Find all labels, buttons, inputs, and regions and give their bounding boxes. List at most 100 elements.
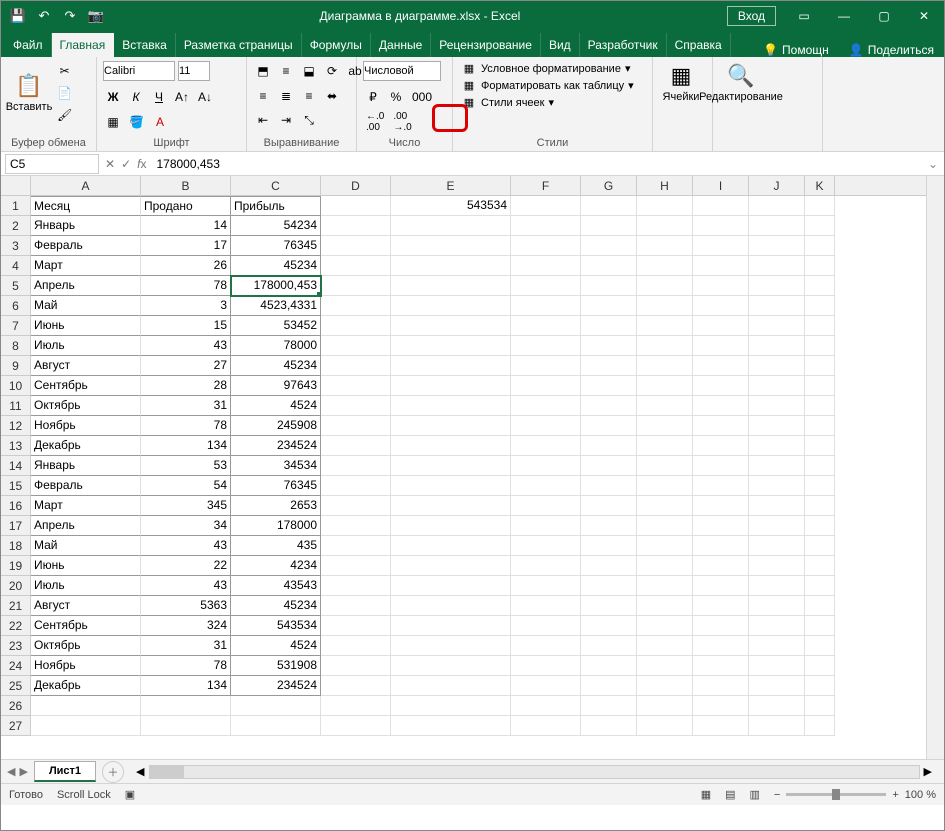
cell-C27[interactable] [231,716,321,736]
cell-D14[interactable] [321,456,391,476]
cell-A24[interactable]: Ноябрь [31,656,141,676]
cell-I11[interactable] [693,396,749,416]
cell-F1[interactable] [511,196,581,216]
cell-C9[interactable]: 45234 [231,356,321,376]
align-right-icon[interactable]: ≡ [299,86,319,106]
cell-F13[interactable] [511,436,581,456]
cell-C8[interactable]: 78000 [231,336,321,356]
align-top-icon[interactable]: ⬒ [253,61,273,81]
cell-K10[interactable] [805,376,835,396]
cell-A12[interactable]: Ноябрь [31,416,141,436]
cell-G6[interactable] [581,296,637,316]
cell-E6[interactable] [391,296,511,316]
fill-color-icon[interactable]: 🪣 [126,112,147,132]
paste-button[interactable]: 📋 Вставить [7,71,51,115]
cell-G25[interactable] [581,676,637,696]
percent-format-icon[interactable]: % [386,87,406,107]
increase-decimal-icon[interactable]: ←.0.00 [363,112,387,132]
font-size-combo[interactable] [178,61,210,81]
cell-K22[interactable] [805,616,835,636]
row-headers[interactable]: 1234567891011121314151617181920212223242… [1,196,31,736]
cell-B7[interactable]: 15 [141,316,231,336]
cell-E12[interactable] [391,416,511,436]
cell-D10[interactable] [321,376,391,396]
cell-E1[interactable]: 543534 [391,196,511,216]
grow-font-icon[interactable]: A↑ [172,87,192,107]
cell-D23[interactable] [321,636,391,656]
row-header-17[interactable]: 17 [1,516,30,536]
cell-K8[interactable] [805,336,835,356]
cell-K25[interactable] [805,676,835,696]
cell-F5[interactable] [511,276,581,296]
cell-H10[interactable] [637,376,693,396]
cell-H27[interactable] [637,716,693,736]
cell-H21[interactable] [637,596,693,616]
cell-G24[interactable] [581,656,637,676]
cell-G16[interactable] [581,496,637,516]
cell-B8[interactable]: 43 [141,336,231,356]
cell-F19[interactable] [511,556,581,576]
cell-F4[interactable] [511,256,581,276]
cell-I2[interactable] [693,216,749,236]
cell-I14[interactable] [693,456,749,476]
cell-F25[interactable] [511,676,581,696]
sheet-nav[interactable]: ◀▶ [1,765,34,778]
align-middle-icon[interactable]: ≡ [276,61,296,81]
cell-A1[interactable]: Месяц [31,196,141,216]
cell-H12[interactable] [637,416,693,436]
cell-E17[interactable] [391,516,511,536]
save-icon[interactable]: 💾 [7,5,29,27]
cell-K13[interactable] [805,436,835,456]
cell-I25[interactable] [693,676,749,696]
cell-H17[interactable] [637,516,693,536]
cell-F26[interactable] [511,696,581,716]
ribbon-options-icon[interactable]: ▭ [784,2,824,30]
cell-D8[interactable] [321,336,391,356]
underline-button[interactable]: Ч [149,87,169,107]
view-normal-icon[interactable]: ▦ [701,788,711,801]
macro-record-icon[interactable]: ▣ [125,788,135,801]
col-header-D[interactable]: D [321,176,391,195]
cell-F10[interactable] [511,376,581,396]
sheet-tab-1[interactable]: Лист1 [34,761,96,782]
horizontal-scrollbar[interactable]: ◀ ▶ [132,764,936,780]
tab-page-layout[interactable]: Разметка страницы [176,33,302,57]
tab-file[interactable]: Файл [5,33,52,57]
cell-D15[interactable] [321,476,391,496]
spreadsheet-grid[interactable]: ABCDEFGHIJK 1234567891011121314151617181… [1,176,944,759]
cell-B24[interactable]: 78 [141,656,231,676]
cell-H6[interactable] [637,296,693,316]
cell-H9[interactable] [637,356,693,376]
cell-A27[interactable] [31,716,141,736]
cell-E27[interactable] [391,716,511,736]
cell-H19[interactable] [637,556,693,576]
row-header-18[interactable]: 18 [1,536,30,556]
cell-C4[interactable]: 45234 [231,256,321,276]
tab-developer[interactable]: Разработчик [580,33,667,57]
cell-F22[interactable] [511,616,581,636]
row-header-26[interactable]: 26 [1,696,30,716]
font-name-combo[interactable] [103,61,175,81]
cell-I9[interactable] [693,356,749,376]
cell-G3[interactable] [581,236,637,256]
cell-G10[interactable] [581,376,637,396]
cell-K21[interactable] [805,596,835,616]
cell-B17[interactable]: 34 [141,516,231,536]
cell-J16[interactable] [749,496,805,516]
cell-C5[interactable]: 178000,453 [231,276,321,296]
cell-G5[interactable] [581,276,637,296]
cell-B5[interactable]: 78 [141,276,231,296]
cell-E8[interactable] [391,336,511,356]
cell-I17[interactable] [693,516,749,536]
cell-F12[interactable] [511,416,581,436]
cell-C20[interactable]: 43543 [231,576,321,596]
cell-G22[interactable] [581,616,637,636]
row-header-1[interactable]: 1 [1,196,30,216]
cell-K4[interactable] [805,256,835,276]
zoom-level[interactable]: 100 % [905,789,936,801]
cell-K20[interactable] [805,576,835,596]
cell-C6[interactable]: 4523,4331 [231,296,321,316]
cell-K5[interactable] [805,276,835,296]
cell-G17[interactable] [581,516,637,536]
align-center-icon[interactable]: ≣ [276,86,296,106]
